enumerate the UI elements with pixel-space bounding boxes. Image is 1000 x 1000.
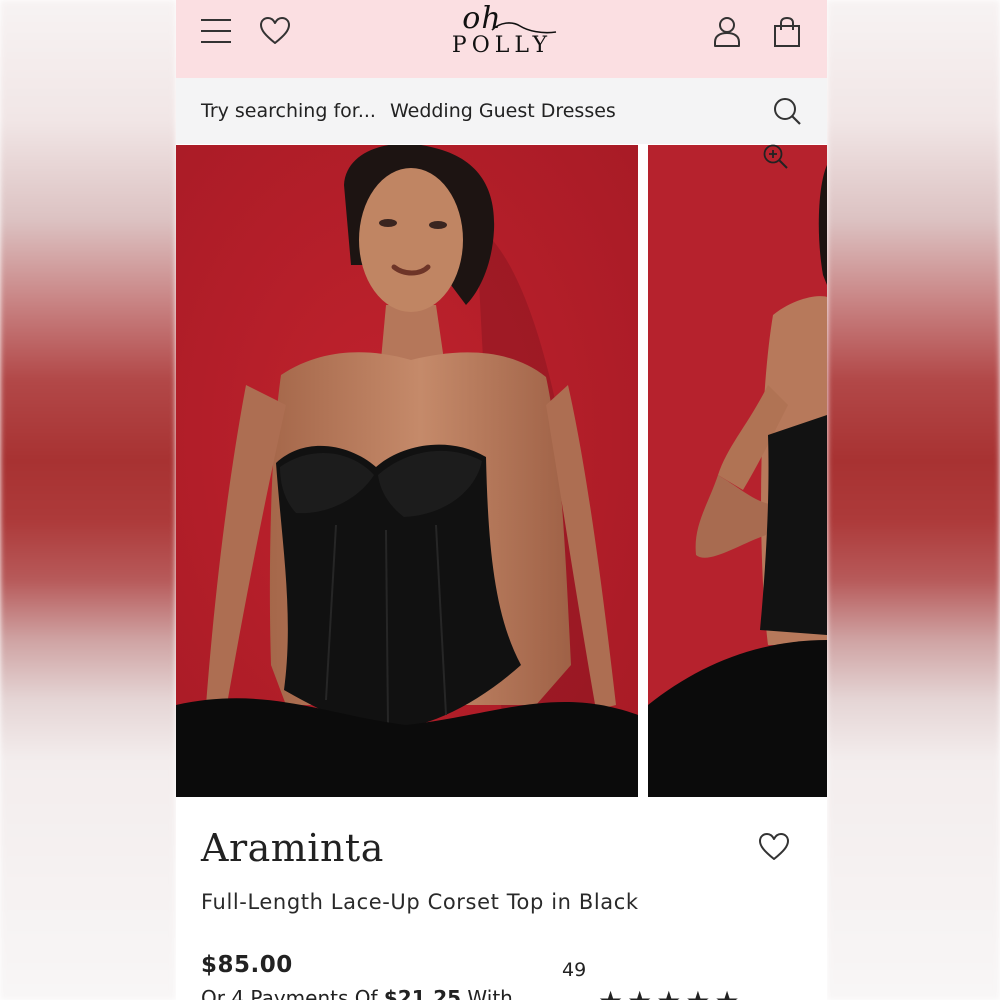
- logo-swash: [491, 22, 557, 34]
- star-icon: ★: [627, 988, 652, 1000]
- add-to-wishlist-heart-icon[interactable]: [758, 832, 792, 864]
- star-icon: ★: [598, 988, 623, 1000]
- installments-amount: $21.25: [383, 986, 462, 1000]
- installments-prefix: Or 4 Payments Of: [201, 986, 384, 1000]
- product-price: $85.00: [201, 952, 293, 978]
- installments-text: Or 4 Payments Of $21.25 With: [201, 986, 513, 1000]
- search-input[interactable]: Try searching for... Wedding Guest Dresse…: [176, 78, 827, 144]
- product-subtitle: Full-Length Lace-Up Corset Top in Black: [201, 890, 639, 914]
- blurred-background-right: [827, 0, 1000, 1000]
- product-image-secondary[interactable]: [648, 145, 827, 797]
- brand-logo[interactable]: oh POLLY: [438, 2, 566, 66]
- search-placeholder: Try searching for... Wedding Guest Dresse…: [201, 100, 616, 122]
- search-hint: Try searching for...: [201, 100, 376, 122]
- search-icon[interactable]: [772, 96, 802, 126]
- review-count[interactable]: 49: [562, 959, 586, 981]
- star-icon: ★: [714, 988, 739, 1000]
- phone-screen: oh POLLY Try searching for... Wedding Gu…: [176, 0, 827, 1000]
- star-icon: ★: [656, 988, 681, 1000]
- menu-icon[interactable]: [198, 14, 234, 48]
- heart-icon[interactable]: [258, 14, 292, 48]
- shopping-bag-icon[interactable]: [769, 14, 805, 50]
- search-suggestion[interactable]: Wedding Guest Dresses: [390, 100, 616, 122]
- rating-stars[interactable]: ★ ★ ★ ★ ★: [598, 988, 740, 1000]
- screenshot-stage: oh POLLY Try searching for... Wedding Gu…: [0, 0, 1000, 1000]
- zoom-in-icon[interactable]: [762, 143, 790, 171]
- product-image-main[interactable]: [176, 145, 638, 797]
- user-icon[interactable]: [709, 14, 745, 50]
- product-name: Araminta: [201, 826, 384, 870]
- blurred-background-left: [0, 0, 176, 1000]
- star-icon: ★: [685, 988, 710, 1000]
- site-header: oh POLLY: [176, 0, 827, 78]
- product-gallery[interactable]: [176, 143, 827, 797]
- installments-suffix: With: [461, 986, 513, 1000]
